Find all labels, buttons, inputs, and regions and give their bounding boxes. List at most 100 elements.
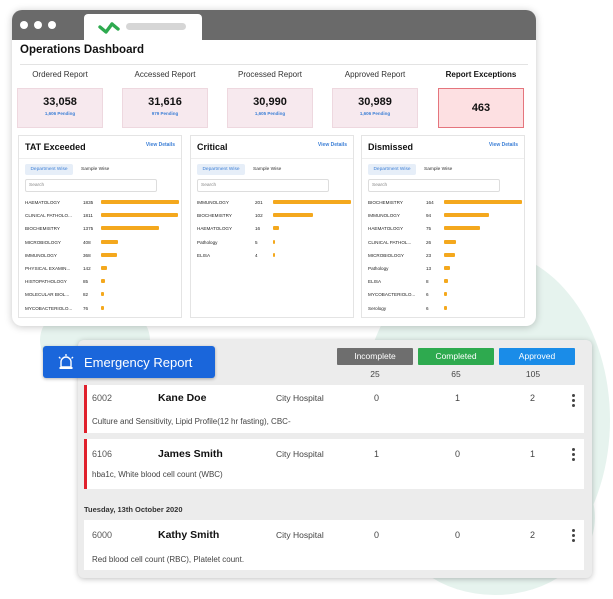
window-minimize-dot[interactable] (34, 21, 42, 29)
department-name: HAEMATOLOGY (197, 226, 233, 232)
incomplete-count: 1 (374, 449, 380, 459)
department-count: 6 (426, 292, 429, 298)
department-count: 368 (83, 252, 91, 258)
card-dismissed: Dismissed View Details Department Wise S… (361, 135, 525, 318)
department-row: ELISA 4 (197, 251, 349, 261)
department-count: 76 (83, 305, 89, 311)
view-details-link[interactable]: View Details (489, 142, 518, 148)
window-close-dot[interactable] (20, 21, 28, 29)
stat-processed-report[interactable]: Processed Report 30,990 1,605 Pending (225, 68, 315, 128)
department-count: 75 (426, 226, 432, 232)
department-bar (444, 292, 447, 297)
department-bar (444, 226, 480, 231)
list-item[interactable]: 6106 James Smith City Hospital 1 0 1 hba… (84, 439, 584, 489)
stat-ordered-report[interactable]: Ordered Report 33,058 1,606 Pending (15, 68, 105, 128)
dashboard-window: Operations Dashboard Ordered Report 33,0… (12, 10, 536, 326)
stat-approved-report[interactable]: Approved Report 30,989 1,606 Pending (330, 68, 420, 128)
department-name: Pathology (368, 266, 389, 271)
tab-sample-wise[interactable]: Sample Wise (253, 164, 281, 175)
status-completed[interactable]: Completed (418, 348, 494, 365)
view-details-link[interactable]: View Details (318, 142, 347, 148)
stat-label: Accessed Report (134, 70, 196, 79)
department-name: BIOCHEMISTRY (25, 226, 60, 232)
emergency-report-button[interactable]: Emergency Report (43, 346, 215, 378)
department-row: MICROBIOLOGY 23 (368, 251, 520, 261)
department-bar (101, 226, 160, 231)
card-tat-exceeded: TAT Exceeded View Details Department Wis… (18, 135, 182, 318)
department-row: Pathology 5 (197, 238, 349, 248)
more-options-icon[interactable] (572, 448, 576, 463)
stat-report-exceptions[interactable]: Report Exceptions 463 (436, 68, 526, 128)
more-options-icon[interactable] (572, 394, 576, 409)
department-name: MOLECULAR BIOL... (25, 292, 70, 298)
tab-title-placeholder (126, 23, 186, 30)
hospital-name: City Hospital (276, 449, 324, 459)
card-critical: Critical View Details Department Wise Sa… (190, 135, 354, 318)
department-bar (101, 213, 178, 218)
department-row: IMMUNOLOGY 201 (197, 198, 351, 208)
search-input[interactable]: Search (197, 179, 329, 192)
view-details-link[interactable]: View Details (146, 142, 175, 148)
stat-box: 31,616 979 Pending (122, 88, 208, 128)
department-count: 26 (426, 239, 432, 245)
more-options-icon[interactable] (572, 529, 576, 544)
list-item[interactable]: 6002 Kane Doe City Hospital 0 1 2 Cultur… (84, 385, 584, 433)
card-title: Critical (197, 142, 228, 152)
department-row: PHYSICAL EXAMIN... 142 (25, 264, 177, 274)
department-name: ELISA (197, 252, 211, 258)
tab-department-wise[interactable]: Department Wise (25, 164, 73, 175)
card-title: Dismissed (368, 142, 414, 152)
patient-id: 6000 (92, 530, 113, 540)
department-name: IMMUNOLOGY (25, 252, 57, 258)
window-maximize-dot[interactable] (48, 21, 56, 29)
department-row: Pathology 13 (368, 264, 520, 274)
tab-department-wise[interactable]: Department Wise (197, 164, 245, 175)
department-bar (273, 252, 275, 257)
incomplete-count: 0 (374, 530, 380, 540)
department-row: HAEMATOLOGY 16 (197, 224, 349, 234)
stat-box: 33,058 1,606 Pending (17, 88, 103, 128)
department-row: MOLECULAR BIOL... 82 (25, 290, 177, 300)
department-row: MYCOBACTERIOLO... 76 (25, 304, 177, 314)
department-name: CLINICAL PATHOL... (368, 239, 412, 245)
department-count: 1835 (83, 200, 94, 205)
department-bar (444, 305, 447, 310)
department-count: 4 (255, 252, 258, 258)
department-row: CLINICAL PATHOLO... 1811 (25, 211, 178, 221)
stat-label: Approved Report (344, 70, 406, 79)
department-bar (101, 239, 119, 244)
status-approved[interactable]: Approved (499, 348, 575, 365)
search-input[interactable]: Search (368, 179, 500, 192)
department-row: IMMUNOLOGY 94 (368, 211, 520, 221)
patient-name: Kane Doe (158, 392, 207, 404)
search-input[interactable]: Search (25, 179, 157, 192)
department-bar (273, 239, 275, 244)
tab-sample-wise[interactable]: Sample Wise (81, 164, 109, 175)
department-bar (444, 200, 522, 204)
department-name: MICROBIOLOGY (368, 252, 404, 258)
browser-tab[interactable] (84, 14, 202, 40)
siren-icon (58, 354, 74, 369)
department-count: 5 (255, 239, 258, 245)
completed-count: 0 (455, 449, 461, 459)
brand-check-icon (98, 22, 120, 34)
stat-value: 30,990 (253, 96, 287, 108)
tab-sample-wise[interactable]: Sample Wise (424, 164, 452, 175)
department-bar (273, 226, 280, 231)
department-name: MICROBIOLOGY (25, 239, 61, 245)
department-name: HAEMATOLOGY (25, 200, 61, 205)
stat-value: 33,058 (43, 96, 77, 108)
department-row: CLINICAL PATHOL... 26 (368, 238, 520, 248)
patient-name: James Smith (158, 448, 223, 460)
department-row: ELISA 8 (368, 277, 520, 287)
emergency-report-label: Emergency Report (84, 355, 193, 370)
stat-accessed-report[interactable]: Accessed Report 31,616 979 Pending (120, 68, 210, 128)
stat-label: Report Exceptions (445, 70, 517, 79)
status-incomplete[interactable]: Incomplete (337, 348, 413, 365)
department-count: 142 (83, 266, 91, 271)
list-item[interactable]: 6000 Kathy Smith City Hospital 0 0 2 Red… (84, 520, 584, 570)
test-list: Culture and Sensitivity, Lipid Profile(1… (92, 417, 291, 426)
tab-department-wise[interactable]: Department Wise (368, 164, 416, 175)
department-count: 82 (83, 292, 89, 298)
department-row: MYCOBACTERIOLO... 6 (368, 290, 520, 300)
